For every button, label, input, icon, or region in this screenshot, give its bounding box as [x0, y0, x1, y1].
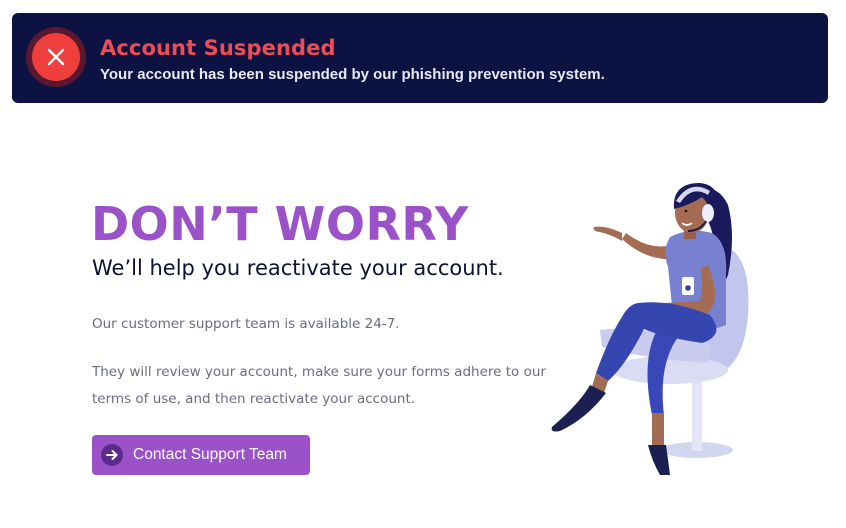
- banner-title: Account Suspended: [100, 36, 336, 60]
- close-icon: [32, 33, 80, 81]
- support-process-text: They will review your account, make sure…: [92, 364, 546, 407]
- banner-icon-ring: [26, 27, 86, 87]
- suspension-banner: Account Suspended Your account has been …: [12, 13, 828, 103]
- page-headline: DON’T WORRY: [91, 197, 469, 251]
- support-availability-text: Our customer support team is available 2…: [92, 316, 400, 332]
- contact-support-label: Contact Support Team: [133, 446, 287, 463]
- banner-message: Your account has been suspended by our p…: [100, 66, 605, 83]
- page-subheadline: We’ll help you reactivate your account.: [92, 256, 504, 280]
- contact-support-button[interactable]: Contact Support Team: [92, 435, 310, 475]
- support-agent-illustration: [551, 183, 749, 475]
- arrow-right-icon: [101, 444, 123, 466]
